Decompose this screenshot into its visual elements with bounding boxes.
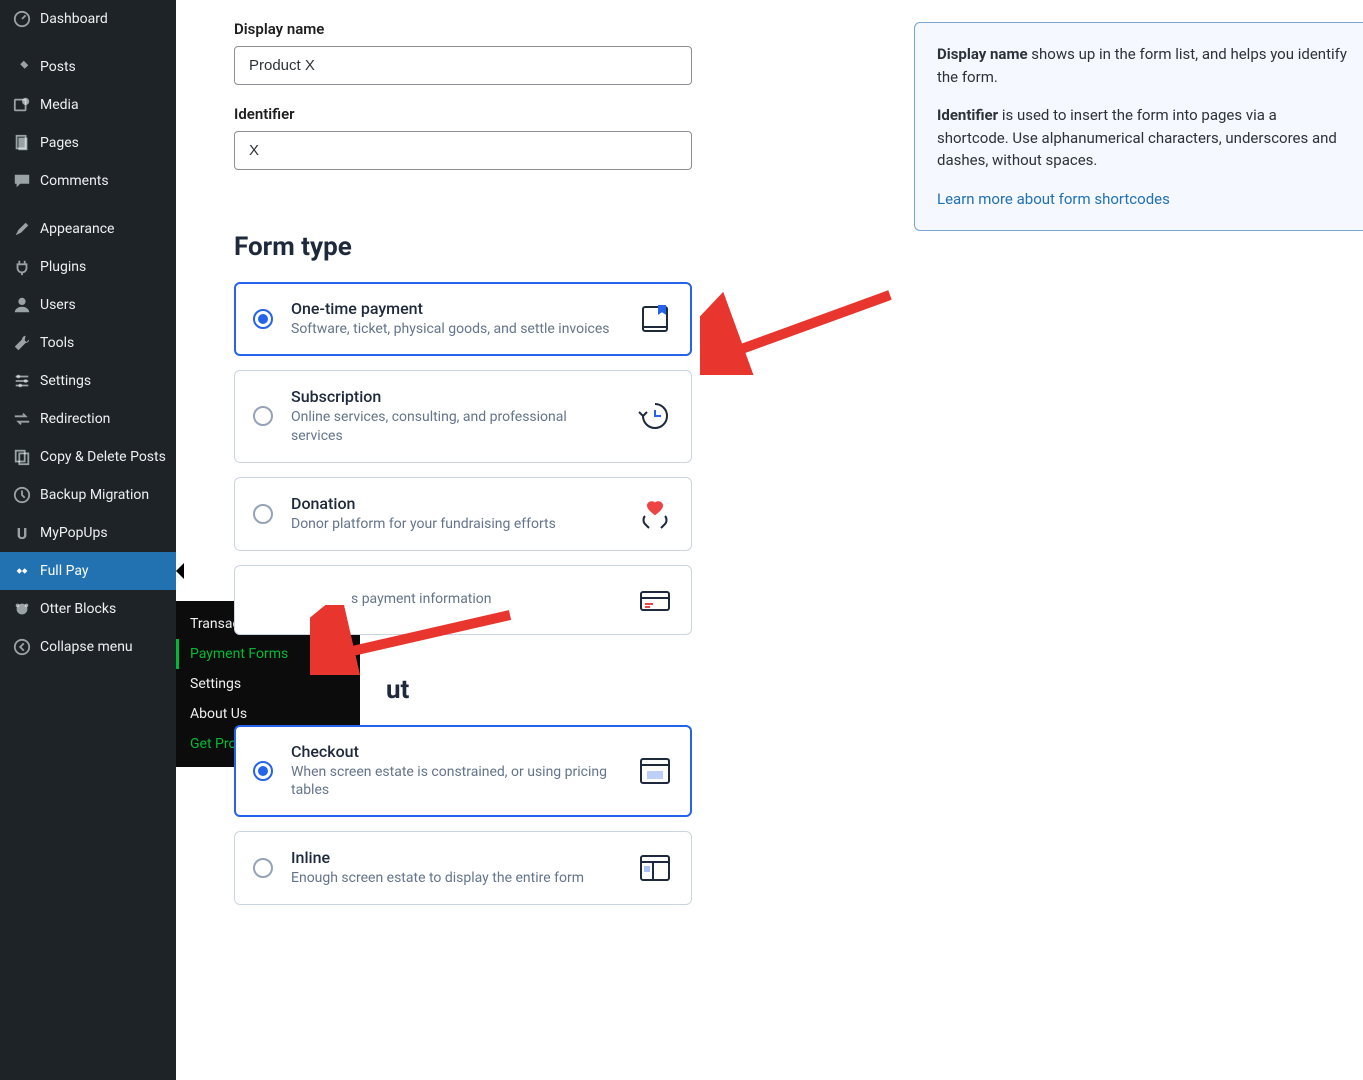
layout-checkout[interactable]: Checkout When screen estate is constrain… (234, 725, 692, 818)
identifier-input[interactable] (234, 131, 692, 170)
sidebar-item-collapse[interactable]: Collapse menu (0, 628, 176, 666)
heart-hands-icon (637, 496, 673, 532)
sidebar-item-media[interactable]: Media (0, 86, 176, 124)
radio-icon (253, 504, 273, 524)
sidebar-item-label: Media (40, 96, 166, 114)
plug-icon (12, 257, 32, 277)
clock-icon (637, 398, 673, 434)
info-bold: Identifier (937, 106, 998, 124)
user-icon (12, 295, 32, 315)
info-identifier: Identifier is used to insert the form in… (937, 104, 1347, 172)
form-type-subscription[interactable]: Subscription Online services, consulting… (234, 370, 692, 463)
form-type-heading: Form type (234, 232, 1323, 262)
radio-icon (253, 406, 273, 426)
sidebar-item-copy-delete-posts[interactable]: Copy & Delete Posts (0, 438, 176, 476)
sidebar-item-tools[interactable]: Tools (0, 324, 176, 362)
sidebar-item-label: Dashboard (40, 10, 166, 28)
sidebar-item-redirection[interactable]: Redirection (0, 400, 176, 438)
sidebar-item-label: Pages (40, 134, 166, 152)
pin-icon (12, 57, 32, 77)
otter-icon (12, 599, 32, 619)
brush-icon (12, 219, 32, 239)
sidebar-item-otter-blocks[interactable]: Otter Blocks (0, 590, 176, 628)
sidebar-item-label: Full Pay (40, 562, 166, 580)
identifier-label: Identifier (234, 105, 692, 123)
radio-desc: Donor platform for your fundraising effo… (291, 515, 619, 534)
book-icon (637, 301, 673, 337)
arrows-icon (12, 409, 32, 429)
backup-icon (12, 485, 32, 505)
sliders-icon (12, 371, 32, 391)
sidebar-item-posts[interactable]: Posts (0, 48, 176, 86)
layout-heading: ut (234, 675, 1323, 705)
wrench-icon (12, 333, 32, 353)
sidebar-item-label: Users (40, 296, 166, 314)
popup-icon: U (12, 523, 32, 543)
sidebar-item-label: Appearance (40, 220, 166, 238)
display-name-field: Display name (234, 20, 692, 85)
sidebar-item-label: Redirection (40, 410, 166, 428)
sidebar-item-label: Settings (40, 372, 166, 390)
collapse-icon (12, 637, 32, 657)
sidebar-item-plugins[interactable]: Plugins (0, 248, 176, 286)
sidebar-item-settings[interactable]: Settings (0, 362, 176, 400)
info-box: Display name shows up in the form list, … (914, 22, 1363, 231)
sidebar-item-label: Copy & Delete Posts (40, 448, 166, 466)
info-display-name: Display name shows up in the form list, … (937, 43, 1347, 88)
sidebar-item-label: Collapse menu (40, 638, 166, 656)
sidebar-item-label: Backup Migration (40, 486, 166, 504)
checkout-icon (637, 753, 673, 789)
info-bold: Display name (937, 45, 1028, 63)
radio-icon (253, 858, 273, 878)
dashboard-icon (12, 9, 32, 29)
display-name-label: Display name (234, 20, 692, 38)
info-link[interactable]: Learn more about form shortcodes (937, 190, 1170, 208)
radio-title: One-time payment (291, 299, 619, 318)
form-type-one-time[interactable]: One-time payment Software, ticket, physi… (234, 282, 692, 356)
radio-title: Checkout (291, 742, 619, 761)
radio-title: Subscription (291, 387, 619, 406)
sidebar-item-backup-migration[interactable]: Backup Migration (0, 476, 176, 514)
fullpay-icon (12, 561, 32, 581)
radio-desc: When screen estate is constrained, or us… (291, 763, 619, 801)
radio-desc: Software, ticket, physical goods, and se… (291, 320, 619, 339)
sidebar-item-label: MyPopUps (40, 524, 166, 542)
inline-icon (637, 850, 673, 886)
pages-icon (12, 133, 32, 153)
layout-inline[interactable]: Inline Enough screen estate to display t… (234, 831, 692, 905)
sidebar-item-comments[interactable]: Comments (0, 162, 176, 200)
media-icon (12, 95, 32, 115)
sidebar-item-label: Plugins (40, 258, 166, 276)
radio-title: Inline (291, 848, 619, 867)
radio-desc: Enough screen estate to display the enti… (291, 869, 619, 888)
form-type-donation[interactable]: Donation Donor platform for your fundrai… (234, 477, 692, 551)
sidebar-item-mypopups[interactable]: U MyPopUps (0, 514, 176, 552)
identifier-field: Identifier (234, 105, 692, 170)
radio-desc: Online services, consulting, and profess… (291, 408, 619, 446)
radio-icon (253, 761, 273, 781)
radio-desc: s payment information (351, 590, 619, 609)
sidebar-item-label: Otter Blocks (40, 600, 166, 618)
main-content: Display name Identifier Display name sho… (176, 0, 1363, 959)
radio-title: Donation (291, 494, 619, 513)
radio-icon (253, 309, 273, 329)
sidebar-item-users[interactable]: Users (0, 286, 176, 324)
sidebar-item-label: Posts (40, 58, 166, 76)
admin-sidebar: Dashboard Posts Media Pages Comments App… (0, 0, 176, 1080)
sidebar-item-pages[interactable]: Pages (0, 124, 176, 162)
copy-icon (12, 447, 32, 467)
comment-icon (12, 171, 32, 191)
sidebar-item-label: Tools (40, 334, 166, 352)
form-type-card-obscured[interactable]: s payment information (234, 565, 692, 635)
sidebar-item-appearance[interactable]: Appearance (0, 210, 176, 248)
display-name-input[interactable] (234, 46, 692, 85)
sidebar-item-fullpay[interactable]: Full Pay (0, 552, 176, 590)
sidebar-item-label: Comments (40, 172, 166, 190)
sidebar-item-dashboard[interactable]: Dashboard (0, 0, 176, 38)
card-icon (637, 582, 673, 618)
